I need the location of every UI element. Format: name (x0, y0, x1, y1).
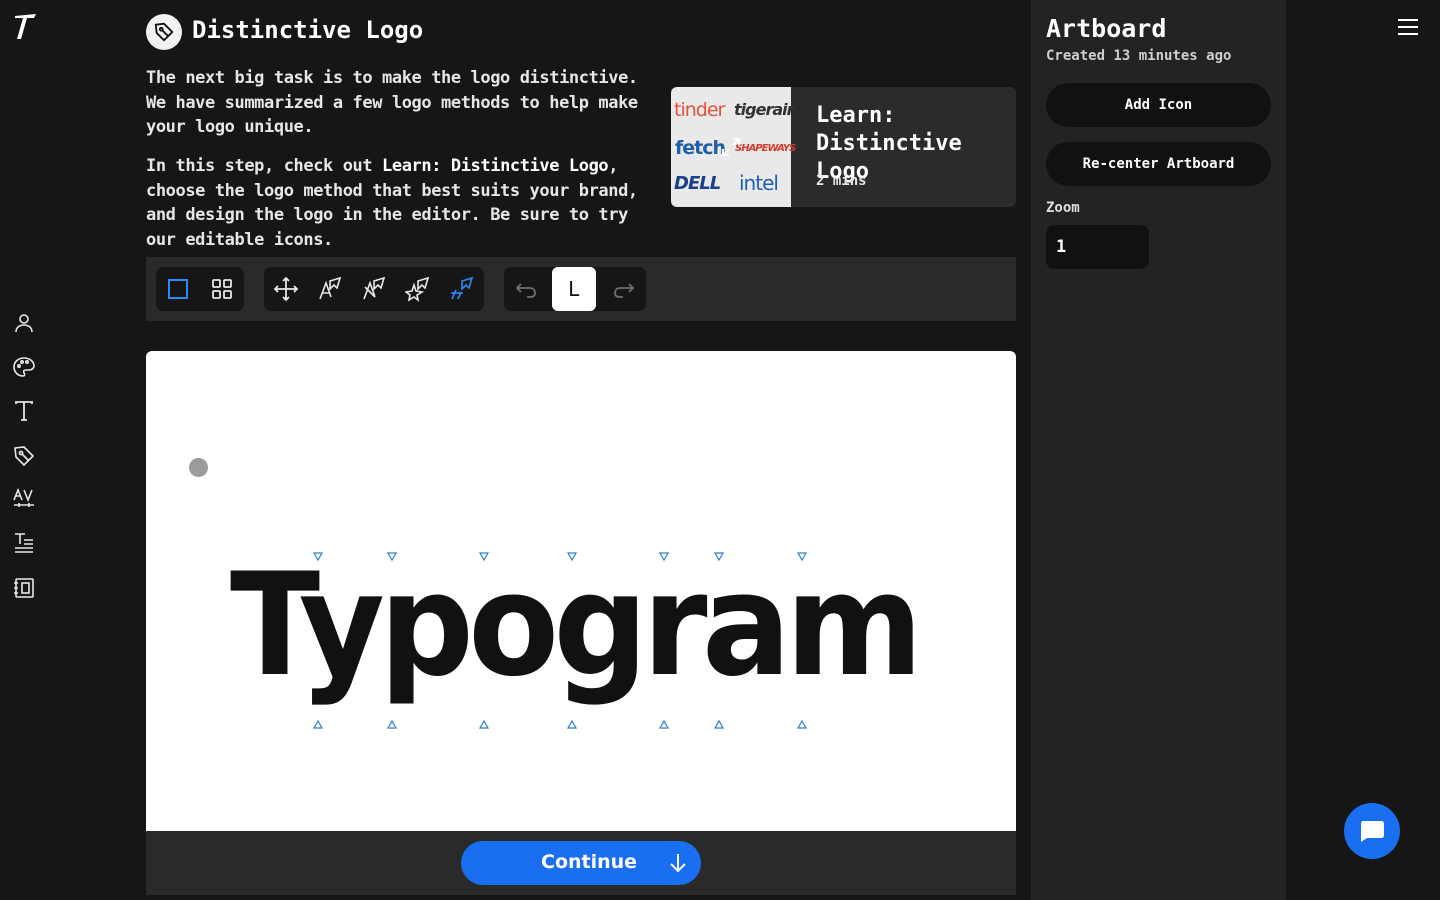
anchor-split-button[interactable] (440, 267, 484, 311)
text-style-icon[interactable] (12, 531, 36, 555)
frame-select-button[interactable] (156, 267, 200, 311)
redo-button[interactable] (602, 267, 646, 311)
grid-view-button[interactable] (200, 267, 244, 311)
edit-tool-group (264, 267, 484, 311)
learn-link-text[interactable]: Learn: Distinctive Logo (382, 156, 609, 176)
chat-button[interactable] (1344, 803, 1400, 859)
logo-wordmark[interactable]: Typogram (230, 546, 923, 706)
learn-thumbnail: tinder tigerair fetch SHAPEWAYS DELL int… (671, 87, 796, 207)
anchor-marker[interactable] (796, 719, 808, 729)
expand-icon[interactable] (719, 135, 743, 159)
learn-card-duration: 2 mins (816, 173, 867, 189)
undo-button[interactable] (504, 267, 548, 311)
user-icon[interactable] (12, 311, 36, 335)
anchor-marker[interactable] (478, 719, 490, 729)
text-icon[interactable] (12, 399, 36, 423)
left-rail (0, 0, 48, 900)
chat-bubble-icon (1361, 821, 1384, 842)
anchor-select-button[interactable] (308, 267, 352, 311)
anchor-marker[interactable] (312, 719, 324, 729)
pen-tool-icon[interactable] (12, 444, 36, 468)
thumb-brand: DELL (674, 173, 721, 194)
glyphs-book-icon[interactable] (12, 576, 36, 600)
recenter-artboard-button[interactable]: Re-center Artboard (1046, 142, 1271, 186)
layer-l-button[interactable]: L (552, 267, 596, 311)
arrow-down-icon (670, 854, 686, 873)
typogram-logo[interactable] (12, 12, 38, 42)
instructions-prefix: In this step, check out (146, 156, 383, 176)
move-button[interactable] (264, 267, 308, 311)
anchor-star-icon (405, 276, 430, 302)
thumb-brand: SHAPEWAYS (735, 143, 796, 154)
kerning-icon[interactable] (12, 487, 36, 511)
pen-nib-icon (154, 22, 174, 42)
anchor-split-icon (451, 276, 474, 300)
thumb-brand: intel (739, 171, 779, 195)
artboard-panel: Artboard Created 13 minutes ago Add Icon… (1031, 0, 1286, 900)
zoom-label: Zoom (1046, 200, 1080, 216)
anchor-marker[interactable] (713, 719, 725, 729)
grid-view-icon (212, 279, 232, 299)
frame-select-icon (168, 279, 188, 299)
anchor-marker[interactable] (386, 719, 398, 729)
step-badge (146, 14, 182, 50)
anchor-select-icon (319, 276, 342, 300)
artboard-canvas[interactable]: Typogram (146, 351, 1016, 831)
anchor-marker[interactable] (566, 719, 578, 729)
panel-title: Artboard (1046, 14, 1167, 43)
undo-icon (515, 283, 536, 298)
thumb-brand: tigerair (734, 100, 794, 119)
bottom-anchor-row (312, 719, 808, 729)
anchor-remove-button[interactable] (352, 267, 396, 311)
thumb-brand: fetch (675, 137, 726, 159)
zoom-input[interactable] (1046, 225, 1149, 269)
anchor-remove-icon (363, 276, 386, 300)
add-icon-button[interactable]: Add Icon (1046, 83, 1271, 127)
continue-label: Continue (541, 851, 638, 873)
step-title: Distinctive Logo (192, 16, 424, 44)
palette-icon[interactable] (12, 355, 36, 379)
redo-icon (614, 283, 635, 298)
anchor-star-button[interactable] (396, 267, 440, 311)
anchor-marker[interactable] (658, 719, 670, 729)
learn-card[interactable]: tinder tigerair fetch SHAPEWAYS DELL int… (671, 87, 1016, 207)
thumb-brand: tinder (674, 99, 725, 121)
hamburger-menu-icon[interactable] (1396, 16, 1420, 38)
move-icon (273, 276, 299, 302)
step-instructions: In this step, check out Learn: Distincti… (146, 154, 658, 252)
step-description: The next big task is to make the logo di… (146, 68, 638, 137)
view-tool-group (156, 267, 244, 311)
continue-button[interactable]: Continue (461, 841, 701, 885)
panel-created-time: Created 13 minutes ago (1046, 48, 1232, 64)
editor-toolbar: L (146, 257, 1016, 321)
history-tool-group: L (504, 267, 646, 311)
